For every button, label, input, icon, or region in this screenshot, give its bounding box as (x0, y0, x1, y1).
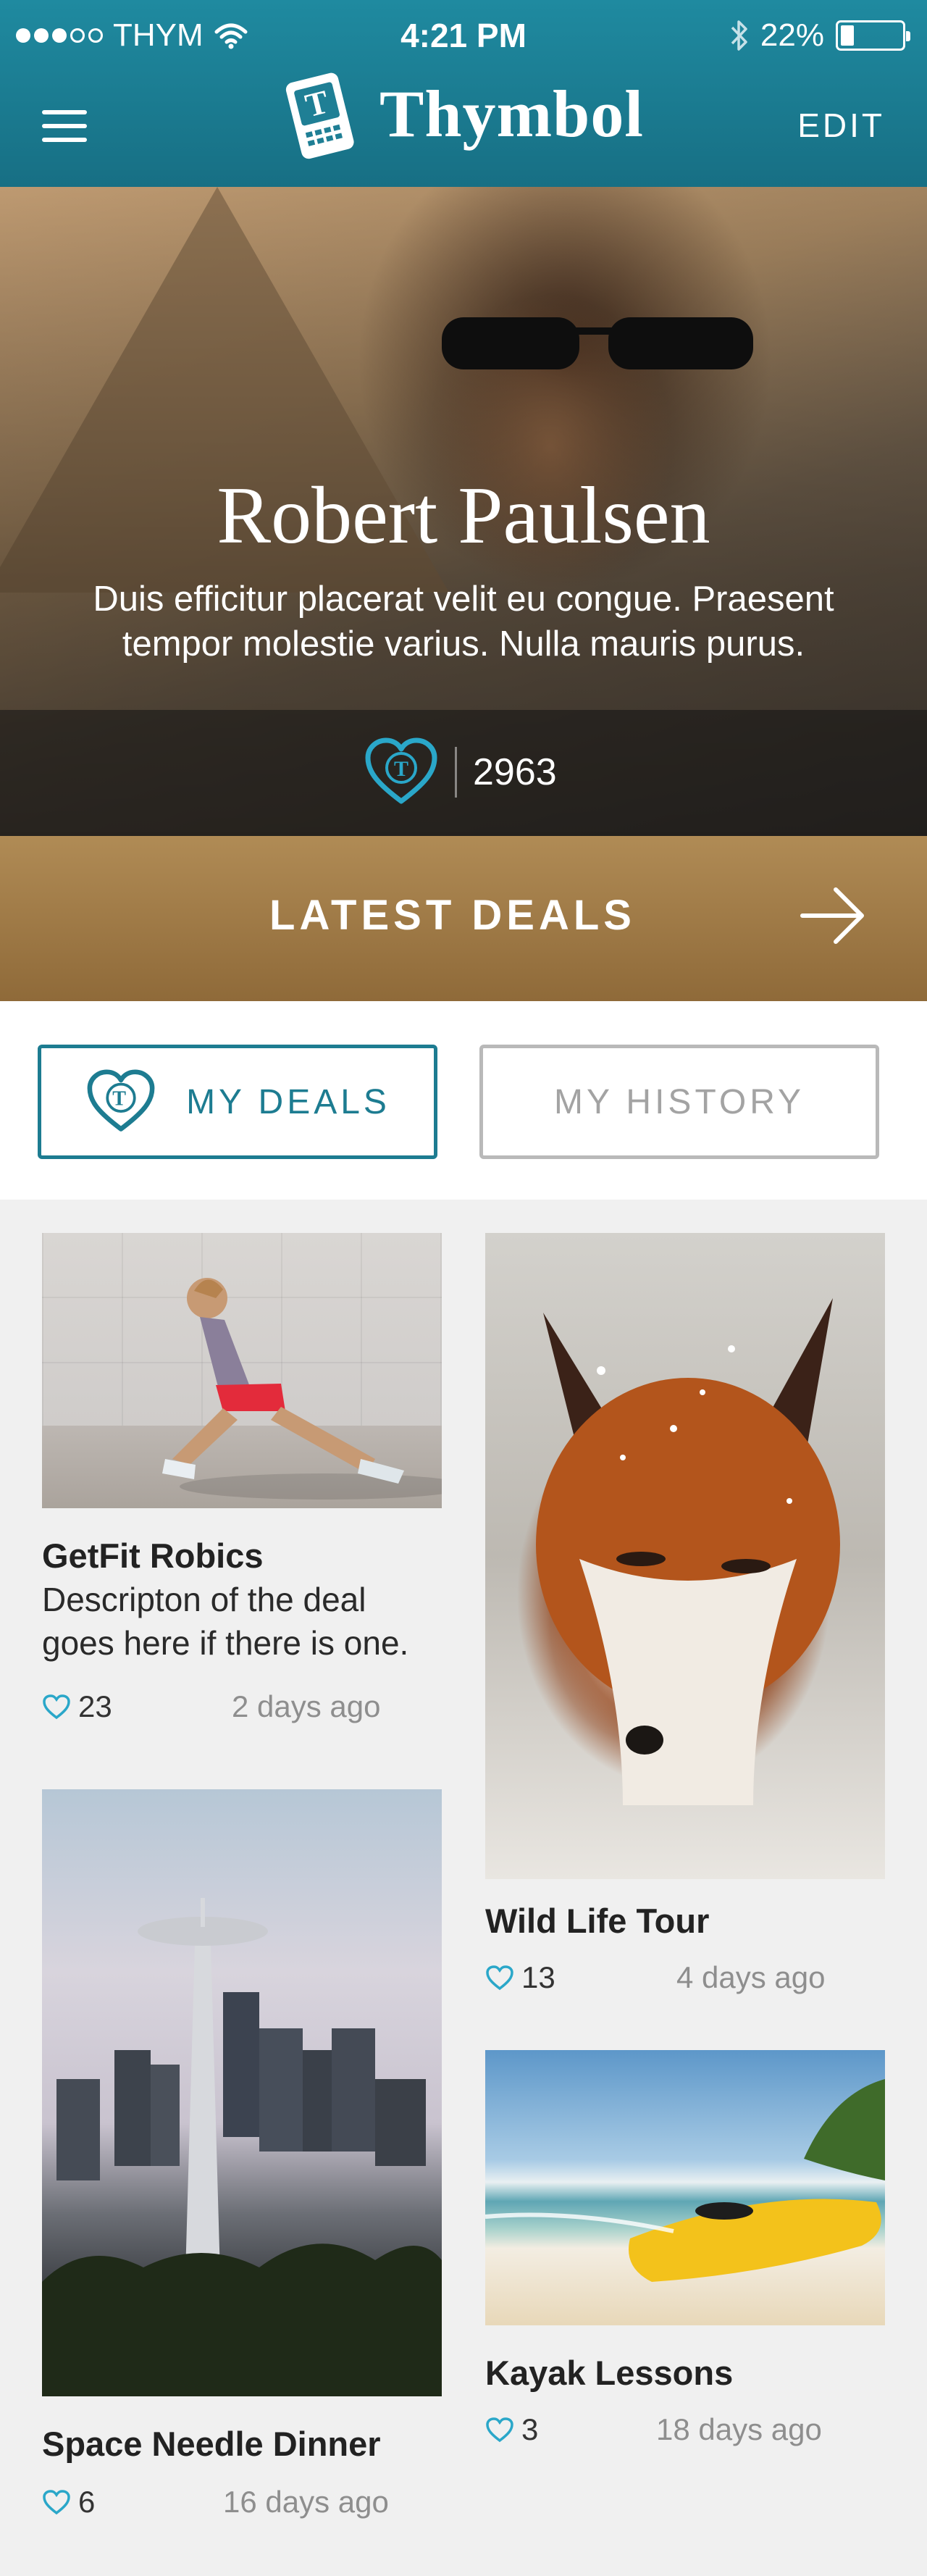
app-title: Thymbol (379, 77, 644, 151)
deal-title: Space Needle Dinner (42, 2425, 381, 2463)
deal-description: Descripton of the deal goes here if ther… (42, 1581, 409, 1662)
deal-time-ago: 18 days ago (656, 2412, 822, 2446)
profile-name: Robert Paulsen (217, 471, 710, 561)
tab-my-history-label: MY HISTORY (553, 1082, 805, 1121)
deal-like-count: 3 (521, 2412, 539, 2446)
deal-likes[interactable]: 23 (42, 1689, 112, 1724)
deal-image[interactable] (485, 2050, 885, 2325)
thymbol-logo-icon: T (285, 72, 354, 159)
deal-like-count: 6 (78, 2485, 96, 2519)
heart-logo-icon: T (87, 1069, 155, 1132)
profile-hero: Robert Paulsen Duis efficitur placerat v… (0, 187, 927, 836)
like-count: 2963 (473, 751, 557, 793)
latest-deals-button[interactable]: LATEST DEALS (0, 836, 927, 1001)
deal-title: Kayak Lessons (485, 2354, 734, 2392)
deal-card-wildlife[interactable]: Wild Life Tour 13 4 days ago (485, 1233, 891, 2015)
bluetooth-icon (731, 20, 747, 51)
deal-image-figure (536, 1298, 840, 1805)
tab-my-history[interactable]: MY HISTORY (479, 1045, 879, 1159)
deal-title: Wild Life Tour (485, 1902, 710, 1940)
deal-image[interactable] (42, 1789, 442, 2396)
deal-time-ago: 2 days ago (232, 1689, 381, 1723)
edit-button[interactable]: EDIT (797, 106, 885, 145)
status-right: 22% (730, 17, 910, 54)
profile-likes-bar: T 2963 (0, 710, 927, 836)
battery-icon (836, 20, 910, 51)
deal-image-figure (162, 1278, 442, 1500)
app-header: THYM 4:21 PM 22% T Thymbol EDIT (0, 0, 927, 187)
deal-likes[interactable]: 3 (485, 2412, 538, 2447)
profile-bio: Duis efficitur placerat velit eu congue.… (93, 580, 834, 664)
heart-icon (43, 1694, 70, 1720)
status-bar: THYM 4:21 PM 22% (0, 0, 927, 72)
deal-card-getfit[interactable]: GetFit Robics Descripton of the deal goe… (42, 1233, 448, 1740)
deal-image-figure (42, 1898, 442, 2396)
deal-meta: 3 18 days ago (485, 2412, 885, 2447)
deal-like-count: 13 (521, 1960, 555, 1994)
latest-deals-label: LATEST DEALS (269, 892, 636, 939)
tab-my-deals[interactable]: T MY DEALS (38, 1045, 437, 1159)
nav-bar: T Thymbol EDIT (0, 72, 927, 187)
deal-like-count: 23 (78, 1689, 112, 1723)
heart-icon (486, 2417, 513, 2443)
svg-text:T: T (394, 757, 408, 781)
heart-icon (43, 2490, 70, 2515)
deal-likes[interactable]: 13 (485, 1960, 555, 1995)
deal-card-kayak[interactable]: Kayak Lessons 3 18 days ago (485, 2050, 891, 2456)
deal-likes[interactable]: 6 (42, 2485, 95, 2519)
deal-meta: 23 2 days ago (42, 1689, 442, 1724)
deal-meta: 13 4 days ago (485, 1960, 885, 1995)
deal-card-space-needle[interactable]: Space Needle Dinner 6 16 days ago (42, 1789, 448, 2528)
heart-logo-icon[interactable]: T (364, 737, 439, 807)
brand: T Thymbol (277, 67, 644, 161)
svg-text:T: T (112, 1088, 129, 1111)
divider (455, 747, 457, 798)
deal-meta: 6 16 days ago (42, 2485, 442, 2519)
deal-image-figure (485, 2079, 885, 2282)
deal-time-ago: 16 days ago (223, 2485, 389, 2519)
menu-icon[interactable] (42, 110, 87, 142)
deal-image[interactable] (485, 1233, 885, 1879)
arrow-right-icon (800, 887, 864, 944)
deal-image[interactable] (42, 1233, 442, 1508)
battery-percent: 22% (760, 17, 824, 53)
heart-icon (486, 1965, 513, 1991)
tab-my-deals-label: MY DEALS (186, 1082, 390, 1121)
deal-title: GetFit Robics (42, 1536, 264, 1575)
deal-time-ago: 4 days ago (676, 1960, 826, 1994)
deal-tabs: T MY DEALS MY HISTORY (0, 1001, 927, 1200)
